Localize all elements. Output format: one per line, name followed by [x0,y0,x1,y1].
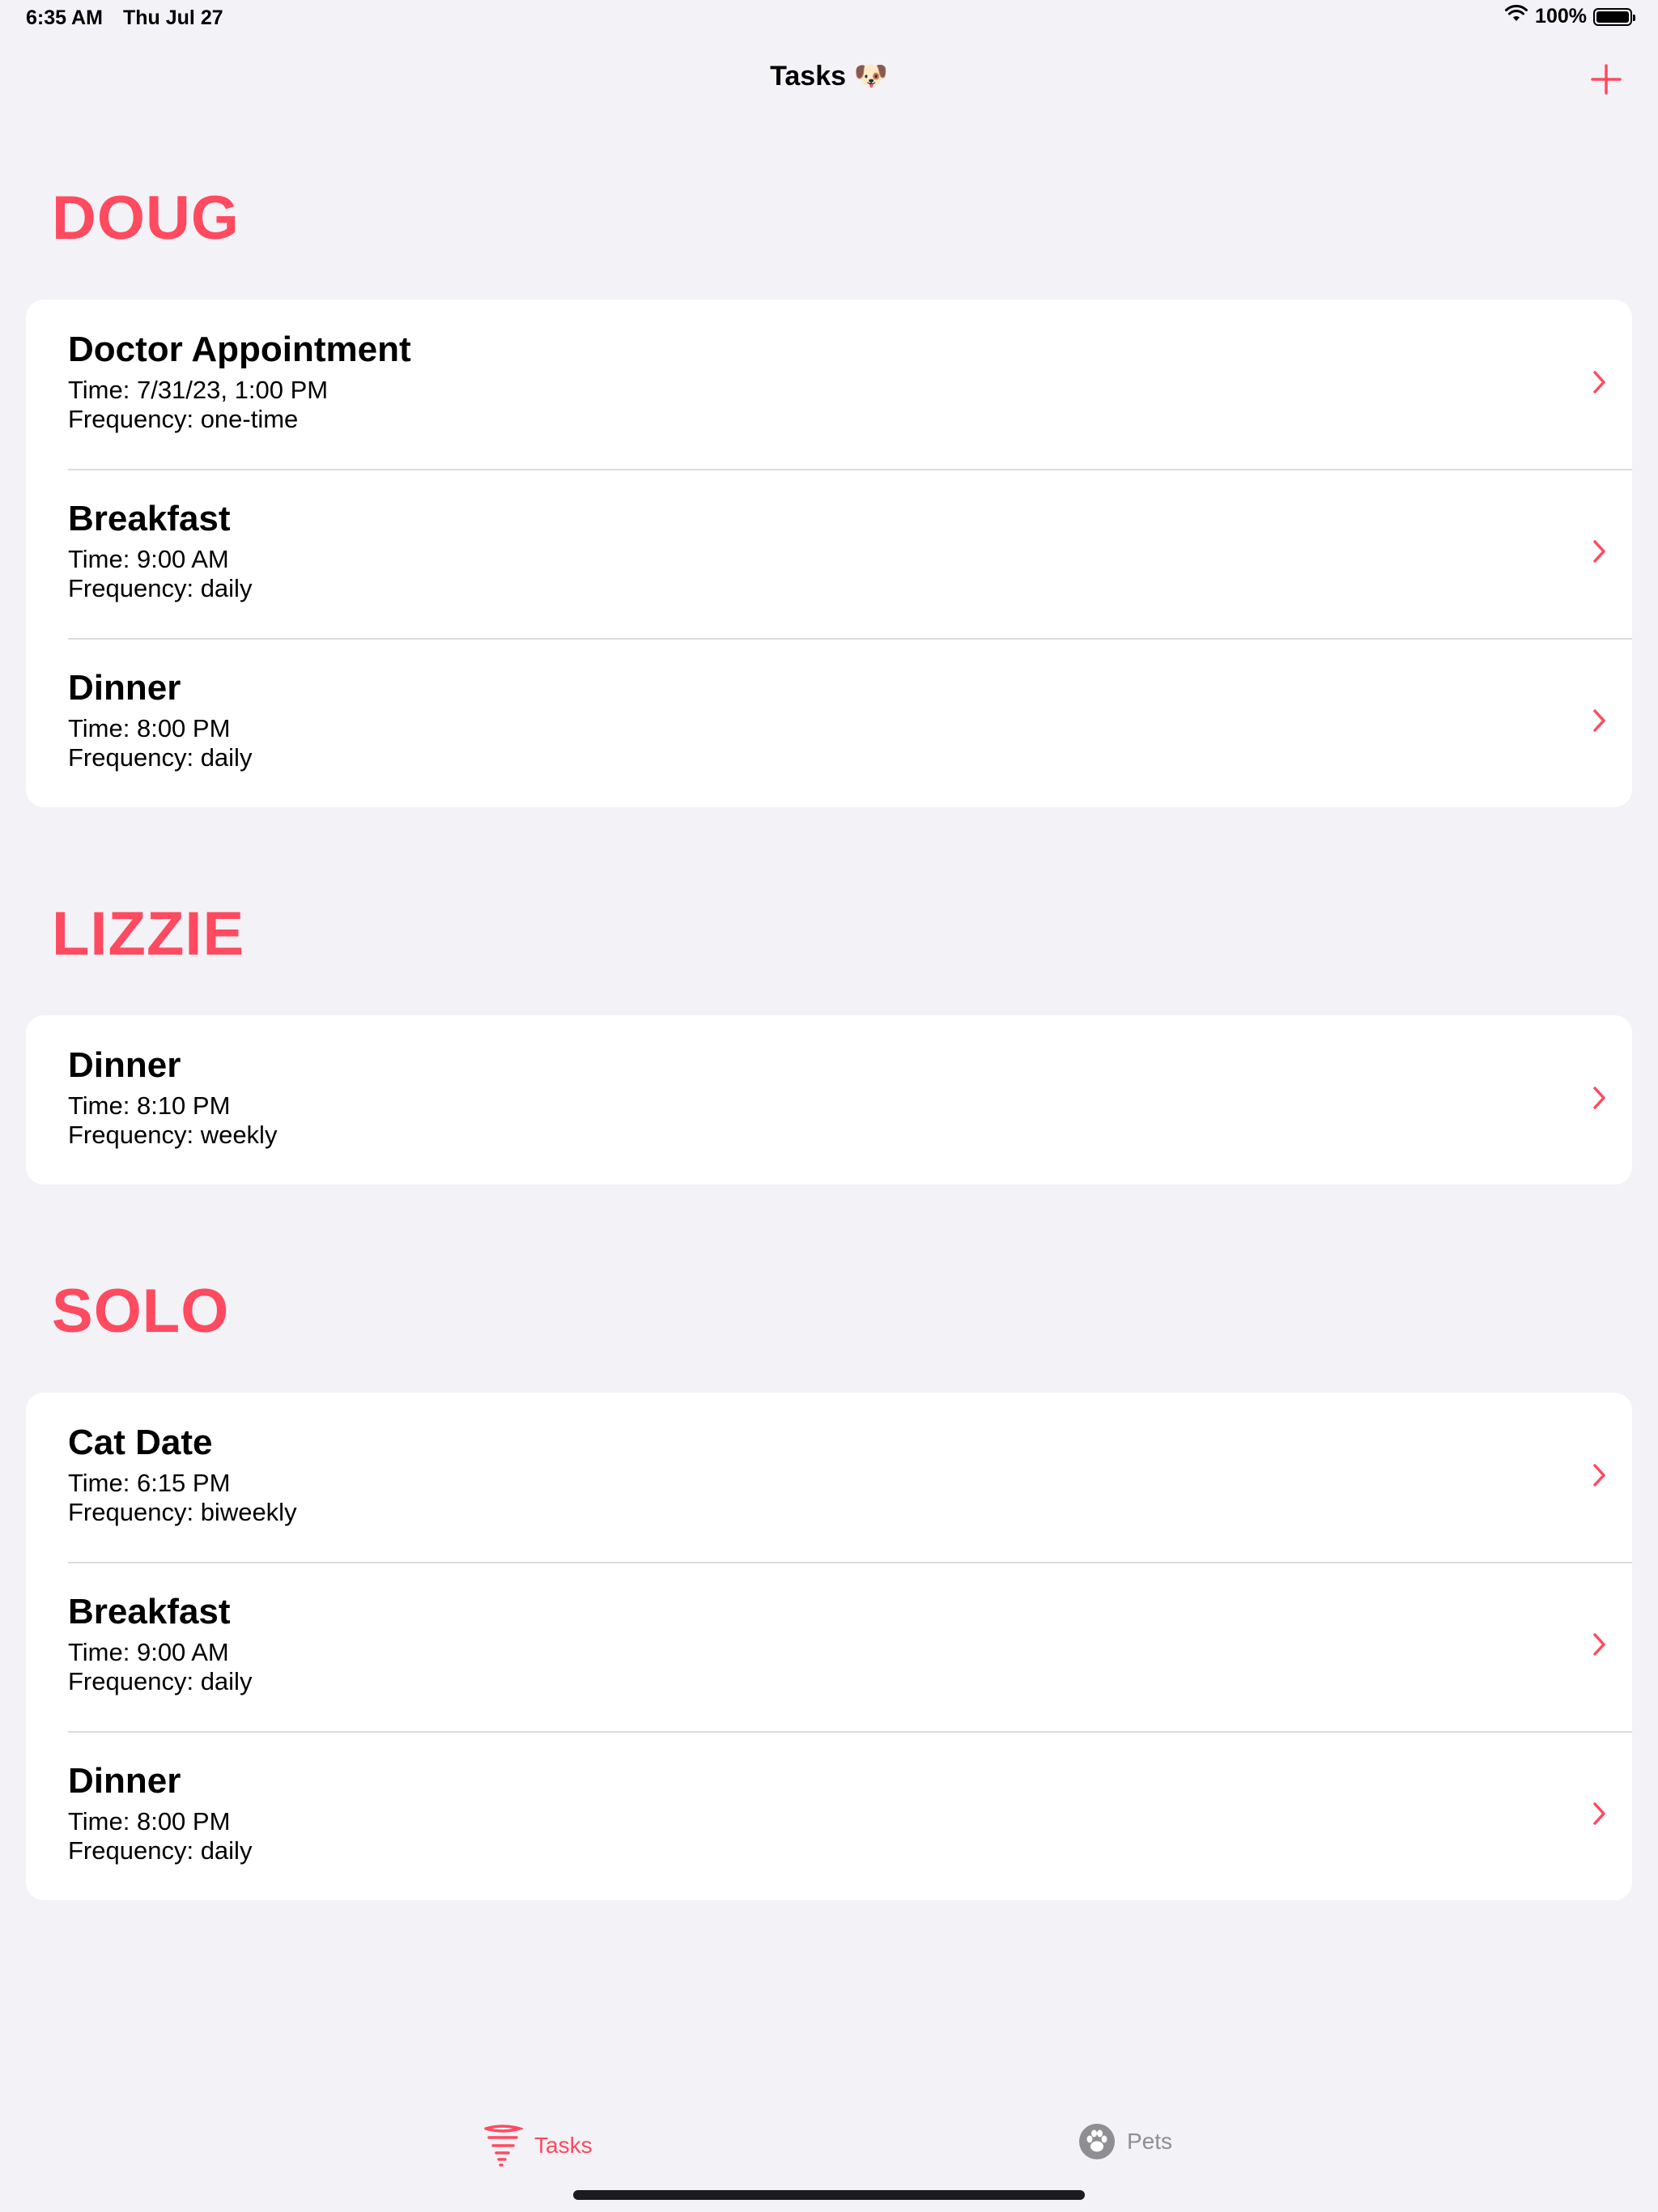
status-bar: 6:35 AM Thu Jul 27 100% [0,0,1658,39]
task-list-doug: Doctor Appointment Time: 7/31/23, 1:00 P… [26,300,1632,807]
task-time: Time: 6:15 PM [68,1469,231,1497]
section-header-solo: SOLO [52,1277,230,1346]
task-frequency: Frequency: weekly [68,1121,278,1149]
task-row[interactable]: Breakfast Time: 9:00 AM Frequency: daily [26,469,1632,638]
paw-icon [1079,2124,1115,2159]
task-time: Time: 9:00 AM [68,545,229,573]
task-frequency: Frequency: daily [68,574,253,602]
chevron-right-icon [1593,709,1605,732]
battery-icon [1593,7,1635,26]
task-frequency: Frequency: daily [68,1667,253,1695]
task-title: Cat Date [68,1423,213,1462]
chevron-right-icon [1593,1633,1605,1656]
task-row[interactable]: Breakfast Time: 9:00 AM Frequency: daily [26,1562,1632,1731]
task-title: Dinner [68,668,181,708]
plus-icon [1591,64,1622,95]
section-header-doug: DOUG [52,184,240,253]
task-row[interactable]: Cat Date Time: 6:15 PM Frequency: biweek… [26,1393,1632,1562]
task-time: Time: 9:00 AM [68,1638,229,1666]
task-list-solo: Cat Date Time: 6:15 PM Frequency: biweek… [26,1393,1632,1900]
task-row[interactable]: Doctor Appointment Time: 7/31/23, 1:00 P… [26,300,1632,469]
task-time: Time: 7/31/23, 1:00 PM [68,376,329,404]
page-title: Tasks 🐶 [770,61,888,91]
status-time: 6:35 AM [26,6,103,29]
task-frequency: Frequency: daily [68,1836,253,1865]
tornado-icon [484,2125,523,2167]
wifi-icon [1504,4,1528,28]
status-indicators: 100% [1504,4,1635,28]
chevron-right-icon [1593,540,1605,563]
task-time: Time: 8:00 PM [68,1807,231,1836]
home-indicator[interactable] [573,2190,1085,2200]
task-title: Dinner [68,1761,181,1801]
task-frequency: Frequency: one-time [68,405,299,433]
tab-tasks[interactable]: Tasks [483,2123,593,2168]
status-date: Thu Jul 27 [123,6,223,29]
section-header-lizzie: LIZZIE [52,900,245,968]
chevron-right-icon [1593,1464,1605,1487]
chevron-right-icon [1593,371,1605,393]
task-row[interactable]: Dinner Time: 8:10 PM Frequency: weekly [26,1015,1632,1185]
task-row[interactable]: Dinner Time: 8:00 PM Frequency: daily [26,638,1632,807]
battery-percent: 100% [1535,5,1587,28]
chevron-right-icon [1593,1802,1605,1825]
chevron-right-icon [1593,1087,1605,1109]
task-title: Dinner [68,1045,181,1085]
task-time: Time: 8:10 PM [68,1091,231,1120]
task-title: Breakfast [68,499,231,538]
add-task-button[interactable] [1588,62,1624,97]
tab-pets-label: Pets [1127,2129,1173,2154]
task-list-lizzie: Dinner Time: 8:10 PM Frequency: weekly [26,1015,1632,1185]
tab-pets[interactable]: Pets [1078,2123,1172,2160]
tab-bar: Tasks Pets [0,2105,1658,2194]
task-title: Doctor Appointment [68,330,411,369]
task-frequency: Frequency: biweekly [68,1498,297,1526]
task-time: Time: 8:00 PM [68,714,231,742]
task-frequency: Frequency: daily [68,743,253,772]
tab-tasks-label: Tasks [534,2133,593,2158]
navigation-bar: Tasks 🐶 [0,49,1658,110]
task-row[interactable]: Dinner Time: 8:00 PM Frequency: daily [26,1731,1632,1900]
task-title: Breakfast [68,1592,231,1631]
